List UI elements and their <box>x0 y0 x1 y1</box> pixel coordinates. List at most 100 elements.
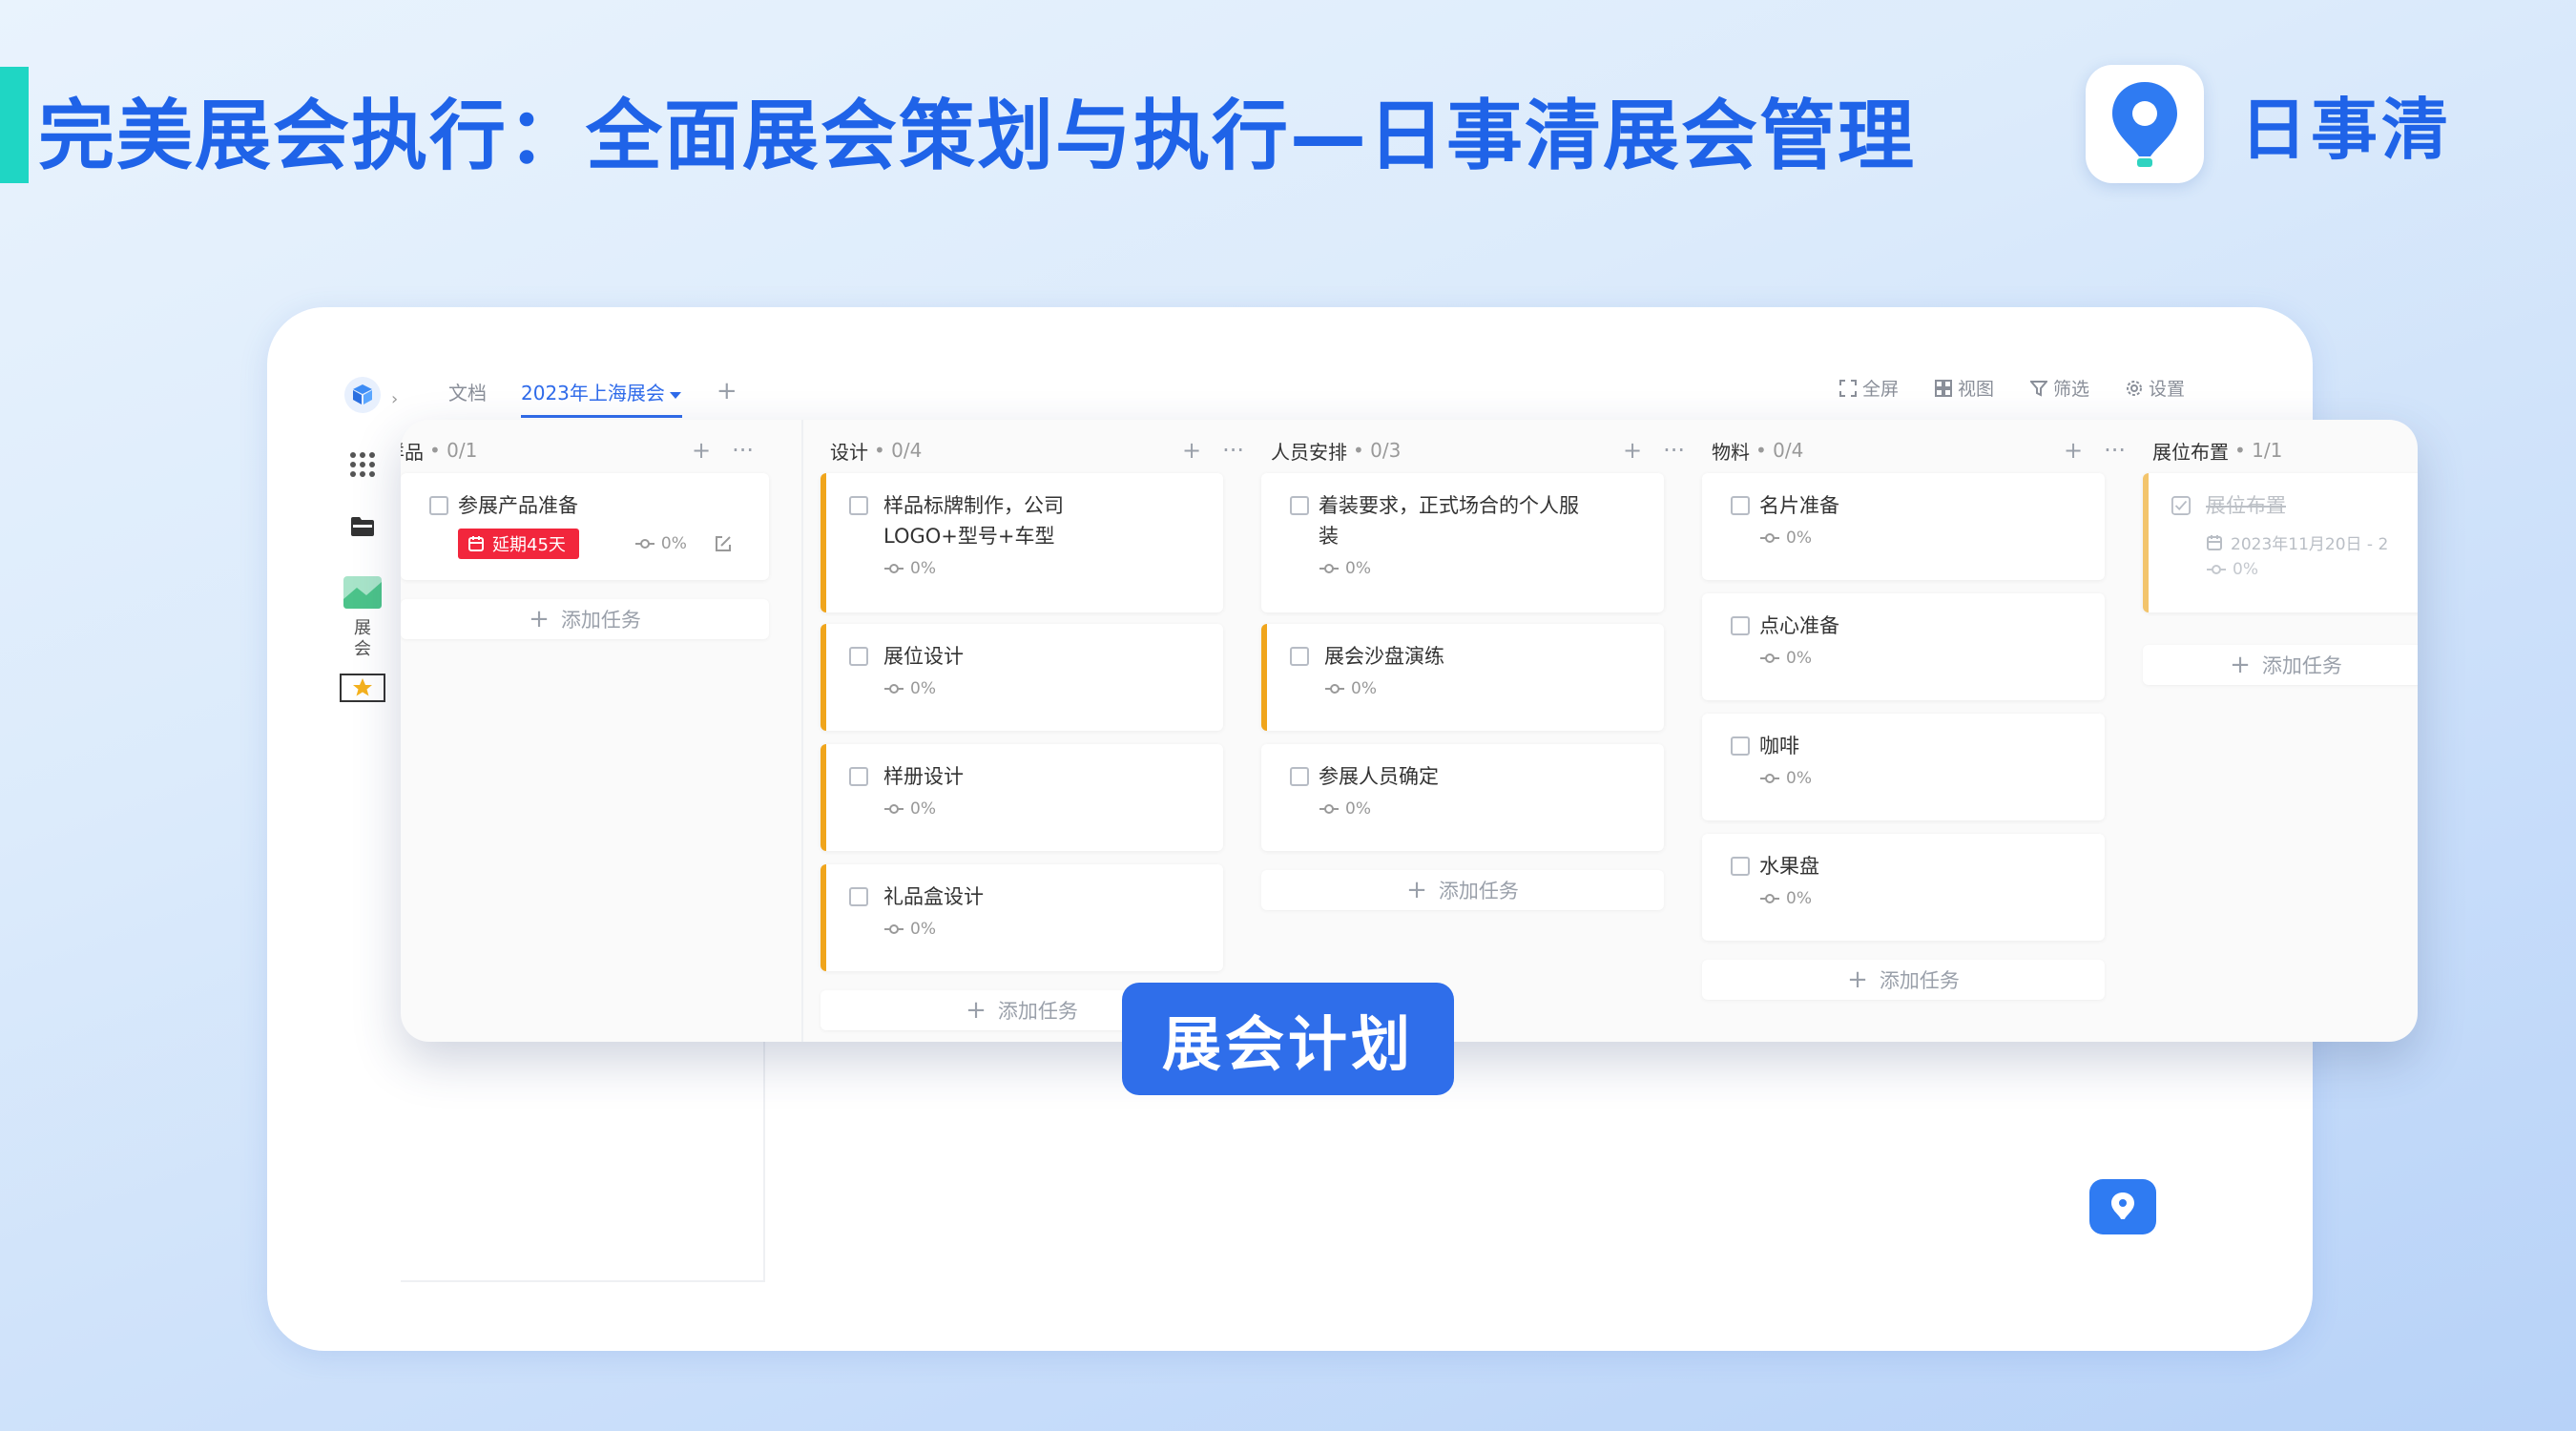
task-title: 水果盘 <box>1759 855 1819 878</box>
task-card[interactable]: 样册设计 0% <box>821 744 1223 851</box>
task-card[interactable]: 展位设计 0% <box>821 624 1223 731</box>
task-card[interactable]: 礼品盒设计 0% <box>821 864 1223 971</box>
task-checkbox[interactable] <box>1290 496 1309 515</box>
task-checkbox[interactable] <box>849 496 868 515</box>
task-title: 参展产品准备 <box>458 494 578 517</box>
tab-bar: 文档 2023年上海展会 + <box>448 372 737 418</box>
fullscreen-button[interactable]: 全屏 <box>1839 375 1899 401</box>
calendar-icon <box>468 536 484 551</box>
task-card[interactable]: 样品标牌制作，公司 LOGO+型号+车型 0% <box>821 473 1223 612</box>
column-title: 展位布置 <box>2152 440 2229 464</box>
progress-icon <box>1760 533 1779 543</box>
add-task-label: 添加任务 <box>1438 880 1519 902</box>
task-progress: 0% <box>910 920 936 939</box>
task-title: 展会沙盘演练 <box>1324 645 1444 668</box>
task-progress: 0% <box>1786 889 1812 908</box>
add-task-button[interactable]: + 添加任务 <box>401 599 769 639</box>
column-actions: + ··· <box>1161 437 1244 464</box>
column-add-button[interactable]: + <box>1623 437 1642 464</box>
task-meta: 0% <box>1319 799 1664 819</box>
task-meta: 0% <box>1759 649 2105 668</box>
add-task-button[interactable]: + 添加任务 <box>2143 645 2418 685</box>
task-title: 着装要求，正式场合的个人服装 <box>1319 494 1579 548</box>
progress-icon <box>1325 684 1344 694</box>
task-checkbox[interactable] <box>849 767 868 786</box>
task-checkbox[interactable] <box>1731 496 1750 515</box>
checked-checkbox-icon[interactable] <box>2171 496 2191 515</box>
add-task-button[interactable]: + 添加任务 <box>1702 960 2105 1000</box>
task-meta: 0% <box>2206 560 2418 579</box>
rail-item-folder[interactable] <box>349 515 376 538</box>
column-add-button[interactable]: + <box>2064 437 2083 464</box>
page-headline: 完美展会执行：全面展会策划与执行—日事清展会管理 <box>38 92 1916 180</box>
column-more-button[interactable]: ··· <box>732 437 754 464</box>
toolbar: 全屏 视图 筛选 设置 <box>1839 375 2221 401</box>
plus-icon: + <box>966 996 987 1025</box>
task-meta: 2023年11月20日 - 2 <box>2206 530 2418 554</box>
settings-label: 设置 <box>2149 379 2186 400</box>
task-card[interactable]: 着装要求，正式场合的个人服装 0% <box>1261 473 1664 612</box>
grid-icon <box>350 452 375 477</box>
left-rail: › 展会 <box>324 349 401 1288</box>
column-more-button[interactable]: ··· <box>1222 437 1244 464</box>
gear-icon <box>2127 380 2143 396</box>
rail-project-label: 展会 <box>354 618 371 659</box>
task-checkbox[interactable] <box>429 496 448 515</box>
progress-icon <box>884 564 904 573</box>
task-card[interactable]: 展位布置 2023年11月20日 - 2 0% <box>2143 473 2418 612</box>
task-checkbox[interactable] <box>1731 736 1750 756</box>
progress-icon <box>1760 894 1779 903</box>
column-header: 设计 • 0/4 + ··· <box>821 431 1261 469</box>
lower-left-panel <box>401 1042 765 1282</box>
task-meta: 0% <box>1759 889 2105 908</box>
tab-project[interactable]: 2023年上海展会 <box>521 378 682 418</box>
column-more-button[interactable]: ··· <box>2104 437 2126 464</box>
edit-icon <box>715 536 731 551</box>
task-card[interactable]: 名片准备 0% <box>1702 473 2105 580</box>
fullscreen-icon <box>1839 379 1857 397</box>
task-card[interactable]: 点心准备 0% <box>1702 593 2105 700</box>
fullscreen-label: 全屏 <box>1862 379 1900 400</box>
view-button[interactable]: 视图 <box>1935 375 1994 401</box>
rail-item-project[interactable]: 展会 <box>342 574 384 660</box>
task-card[interactable]: 展会沙盘演练 0% <box>1261 624 1664 731</box>
task-checkbox[interactable] <box>849 647 868 666</box>
task-title: 咖啡 <box>1759 735 1799 757</box>
task-card[interactable]: 参展人员确定 0% <box>1261 744 1664 851</box>
add-tab-button[interactable]: + <box>717 377 737 405</box>
feature-badge: 展会计划 <box>1122 983 1454 1095</box>
settings-button[interactable]: 设置 <box>2126 375 2185 401</box>
task-checkbox[interactable] <box>1731 616 1750 635</box>
column-header: 人员安排 • 0/3 + ··· <box>1261 431 1702 469</box>
rail-item-app[interactable] <box>343 376 382 414</box>
task-progress: 0% <box>1786 649 1812 668</box>
task-checkbox[interactable] <box>1290 647 1309 666</box>
task-progress: 0% <box>1786 529 1812 548</box>
column-count: • 0/1 <box>429 439 478 462</box>
column-count: • 0/4 <box>874 439 923 462</box>
task-progress: 0% <box>1786 769 1812 788</box>
column-more-button[interactable]: ··· <box>1663 437 1685 464</box>
rail-item-apps[interactable] <box>348 450 377 479</box>
task-card[interactable]: 水果盘 0% <box>1702 834 2105 941</box>
overdue-badge: 延期45天 <box>458 529 579 559</box>
rail-item-favorite[interactable] <box>340 674 385 702</box>
add-task-button[interactable]: + 添加任务 <box>1261 870 1664 910</box>
task-meta: 0% <box>883 679 1223 698</box>
lower-right-panel <box>765 1042 2242 1288</box>
task-checkbox[interactable] <box>1290 767 1309 786</box>
plus-icon: + <box>1847 965 1868 994</box>
filter-button[interactable]: 筛选 <box>2030 375 2089 401</box>
task-checkbox[interactable] <box>849 887 868 906</box>
task-card[interactable]: 咖啡 0% <box>1702 714 2105 820</box>
tab-doc[interactable]: 文档 <box>448 378 487 405</box>
column-add-button[interactable]: + <box>692 437 711 464</box>
chevron-right-icon[interactable]: › <box>391 389 398 409</box>
column-add-button[interactable]: + <box>1182 437 1201 464</box>
task-meta: 0% <box>883 559 1223 578</box>
task-checkbox[interactable] <box>1731 857 1750 876</box>
task-title: 点心准备 <box>1759 614 1839 637</box>
task-card[interactable]: 参展产品准备 延期45天 0% <box>401 473 769 580</box>
task-progress: 0% <box>660 534 687 553</box>
floating-help-button[interactable] <box>2089 1179 2156 1234</box>
